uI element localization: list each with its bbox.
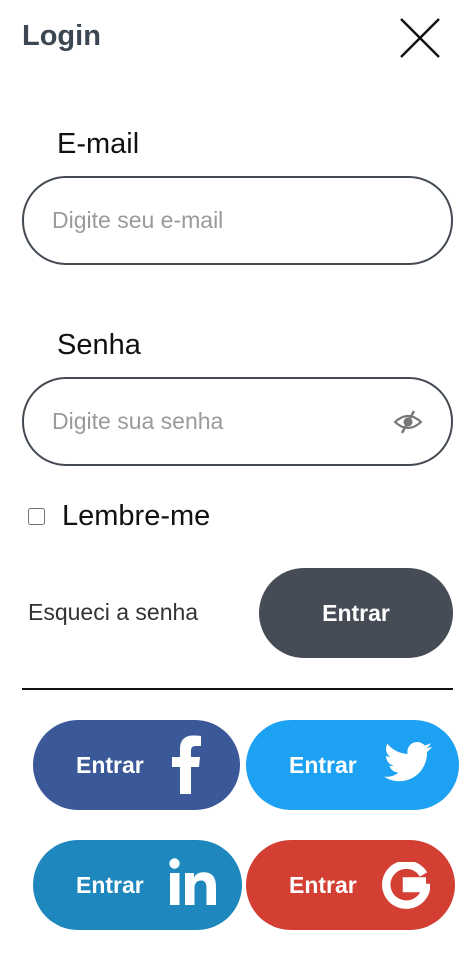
linkedin-icon [169, 858, 216, 905]
twitter-icon [384, 742, 432, 782]
page-title: Login [22, 20, 101, 52]
email-label: E-mail [57, 128, 140, 160]
login-button[interactable]: Entrar [259, 568, 453, 658]
email-field[interactable] [52, 178, 392, 263]
remember-label: Lembre-me [62, 500, 211, 532]
google-login-label: Entrar [289, 872, 357, 898]
google-login-button[interactable]: Entrar [246, 840, 455, 930]
email-field-wrapper [22, 176, 453, 265]
password-field-wrapper [22, 377, 453, 466]
eye-slash-icon[interactable] [393, 409, 423, 435]
google-icon [382, 862, 430, 909]
linkedin-login-label: Entrar [76, 872, 144, 898]
twitter-login-button[interactable]: Entrar [246, 720, 459, 810]
forgot-password-link[interactable]: Esqueci a senha [28, 599, 198, 626]
remember-me[interactable]: Lembre-me [28, 500, 210, 533]
close-icon[interactable] [398, 16, 442, 60]
facebook-login-label: Entrar [76, 752, 144, 778]
facebook-icon [172, 735, 201, 794]
divider [22, 688, 453, 690]
password-field[interactable] [52, 379, 392, 464]
remember-checkbox[interactable] [28, 508, 45, 525]
password-label: Senha [57, 329, 141, 361]
linkedin-login-button[interactable]: Entrar [33, 840, 242, 930]
facebook-login-button[interactable]: Entrar [33, 720, 240, 810]
twitter-login-label: Entrar [289, 752, 357, 778]
